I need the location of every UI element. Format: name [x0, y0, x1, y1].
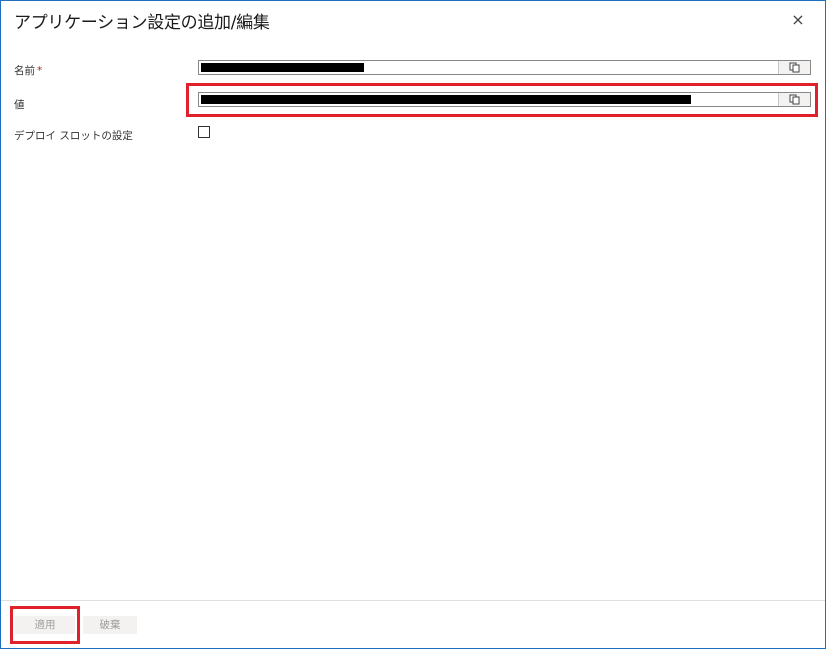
app-setting-dialog: アプリケーション設定の追加/編集 × 名前 * 値 デプロイ スロットの設定 適用… — [0, 0, 826, 649]
dialog-title: アプリケーション設定の追加/編集 — [14, 13, 270, 33]
copy-value-button[interactable] — [778, 93, 810, 106]
value-field[interactable] — [198, 92, 811, 107]
required-marker: * — [37, 65, 43, 77]
name-field[interactable] — [198, 60, 811, 75]
deploy-slot-label: デプロイ スロットの設定 — [14, 130, 133, 142]
copy-name-button[interactable] — [778, 61, 810, 74]
deploy-slot-checkbox[interactable] — [198, 126, 210, 138]
name-label-text: 名前 — [14, 65, 35, 77]
close-icon[interactable]: × — [789, 11, 807, 29]
value-label: 値 — [14, 99, 25, 111]
redacted-name-value — [201, 63, 364, 72]
name-label: 名前 * — [14, 63, 42, 78]
footer-divider — [1, 600, 825, 601]
copy-icon — [789, 62, 800, 73]
apply-button[interactable]: 適用 — [15, 616, 75, 634]
redacted-value — [201, 95, 691, 104]
discard-button[interactable]: 破棄 — [83, 616, 137, 634]
copy-icon — [789, 94, 800, 105]
